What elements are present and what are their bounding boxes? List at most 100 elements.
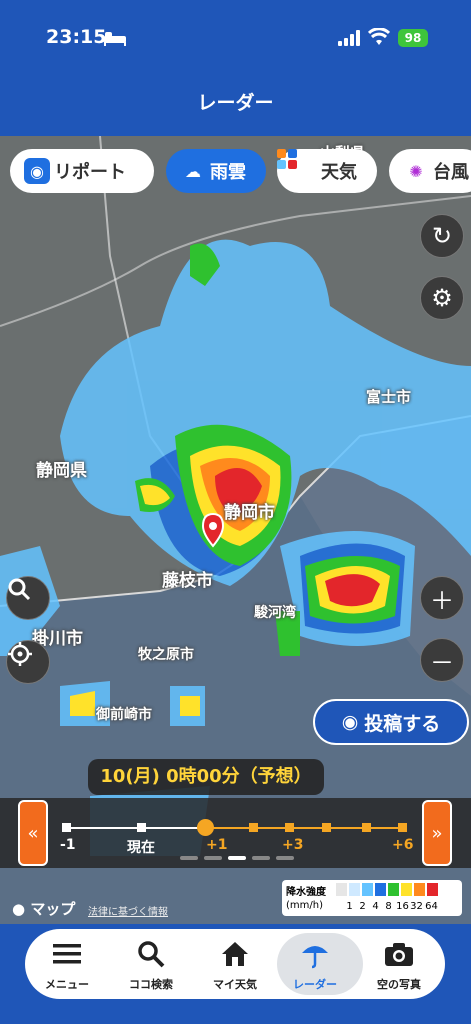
weather-grid-icon [277,149,317,184]
legend-value: 1 [346,901,353,912]
chip-report[interactable]: ◉ リポート [10,149,154,193]
minus-icon: － [430,648,454,677]
wifi-icon [367,27,391,51]
map-attribution: ● マップ [12,898,75,919]
locate-button[interactable] [6,640,50,684]
camera-icon [357,937,441,971]
legend-value: 64 [425,901,438,912]
time-slider[interactable]: « » -1 現在 +1 +3 +6 [0,798,471,868]
tab-radar-label: レーダー [293,978,337,991]
slider-track-past [66,827,206,829]
precipitation-legend: 降水強度 (mm/h) 1 2 4 8 16 32 64 [282,880,462,916]
tab-container: メニュー ココ検索 マイ天気 レーダー 空の写真 [25,929,445,999]
step-back-button[interactable]: « [18,800,48,866]
legend-swatch [401,883,412,896]
chip-weather-label: 天気 [321,162,357,183]
chip-typhoon-label: 台風 [433,162,469,183]
legend-swatch [388,883,399,896]
chip-report-label: リポート [54,162,126,183]
refresh-icon: ↻ [431,222,453,250]
tick-p3[interactable] [285,823,294,832]
map-brand: マップ [30,900,76,918]
post-photo-button[interactable]: ◉ 投稿する [313,699,469,745]
app-header: レーダー [0,70,471,136]
tick-p4[interactable] [322,823,331,832]
map-label-pref: 静岡県 [36,461,87,481]
search-icon [8,578,31,601]
slider-thumb[interactable] [197,819,214,836]
legal-link[interactable]: 法律に基づく情報 [88,903,168,918]
camera-icon: ◉ [24,158,50,184]
search-button[interactable] [6,576,50,620]
battery-icon: 98 [398,29,428,47]
tab-sky-photo[interactable]: 空の写真 [357,929,441,999]
gear-icon: ⚙ [431,284,453,312]
chip-typhoon[interactable]: ✺ 台風 [389,149,471,193]
map-label-city: 静岡市 [224,503,275,523]
legend-value: 4 [372,901,379,912]
menu-icon [25,937,109,971]
timeline-label-p6: +6 [392,837,414,853]
tab-my-weather[interactable]: マイ天気 [193,929,277,999]
tick-p5[interactable] [362,823,371,832]
map-label-makinohara: 牧之原市 [138,647,194,663]
tick-now[interactable] [137,823,146,832]
timeline-label-m1: -1 [60,837,76,853]
legend-unit: (mm/h) [286,900,323,911]
legend-swatch [336,883,347,896]
legend-value: 32 [410,901,423,912]
rain-cloud-icon: ☁ [185,161,201,181]
tab-menu[interactable]: メニュー [25,929,109,999]
camera-icon: ◉ [341,711,359,733]
rewind-icon: « [27,822,39,844]
sleep-icon [104,32,126,46]
typhoon-icon: ✺ [409,161,423,181]
map-label-suruga-bay: 駿河湾 [254,605,296,621]
zoom-in-button[interactable]: ＋ [420,576,464,620]
radar-map[interactable]: 静岡県 静岡市 藤枝市 掛川市 牧之原市 富士市 御前崎市 駿河湾 山梨県 ◉ … [0,136,471,924]
post-photo-label: 投稿する [364,712,441,735]
timeline-label-p3: +3 [282,837,304,853]
refresh-button[interactable]: ↻ [420,214,464,258]
tab-search-label: ココ検索 [129,978,173,991]
forecast-timestamp: 10(月) 0時00分（予想） [88,759,324,795]
legend-swatch [362,883,373,896]
tab-menu-label: メニュー [45,978,89,991]
apple-logo-icon: ● [12,900,26,918]
legend-swatch [375,883,386,896]
crosshair-icon [8,642,32,666]
page-title: レーダー [197,92,274,114]
status-time: 23:15 [46,26,107,48]
map-label-omaezaki: 御前崎市 [96,707,152,723]
chip-rain-label: 雨雲 [210,162,246,183]
timeline-label-now: 現在 [127,840,155,856]
step-forward-button[interactable]: » [422,800,452,866]
search-icon [109,937,193,971]
chip-weather[interactable]: 天気 [277,149,377,193]
legend-value: 16 [396,901,409,912]
fast-forward-icon: » [431,822,443,844]
legend-title: 降水強度 [286,887,326,898]
legend-swatch [427,883,438,896]
tick-m1[interactable] [62,823,71,832]
legend-swatch [414,883,425,896]
tick-p2[interactable] [249,823,258,832]
plus-icon: ＋ [430,586,454,615]
legend-value: 2 [359,901,366,912]
map-label-fujieda: 藤枝市 [162,571,213,591]
timeline-label-p1: +1 [206,837,228,853]
slider-track-future [206,827,404,829]
settings-button[interactable]: ⚙ [420,276,464,320]
status-bar: 23:15 98 [0,0,471,70]
tab-search[interactable]: ココ検索 [109,929,193,999]
map-label-fuji: 富士市 [366,388,412,406]
umbrella-icon [273,937,357,971]
zoom-out-button[interactable]: － [420,638,464,682]
home-icon [193,937,277,971]
tick-p6[interactable] [398,823,407,832]
chip-rain-cloud[interactable]: ☁ 雨雲 [166,149,266,193]
tab-radar[interactable]: レーダー [273,929,363,999]
legend-swatch [349,883,360,896]
tab-sky-photo-label: 空の写真 [377,978,421,991]
legend-value: 8 [385,901,392,912]
